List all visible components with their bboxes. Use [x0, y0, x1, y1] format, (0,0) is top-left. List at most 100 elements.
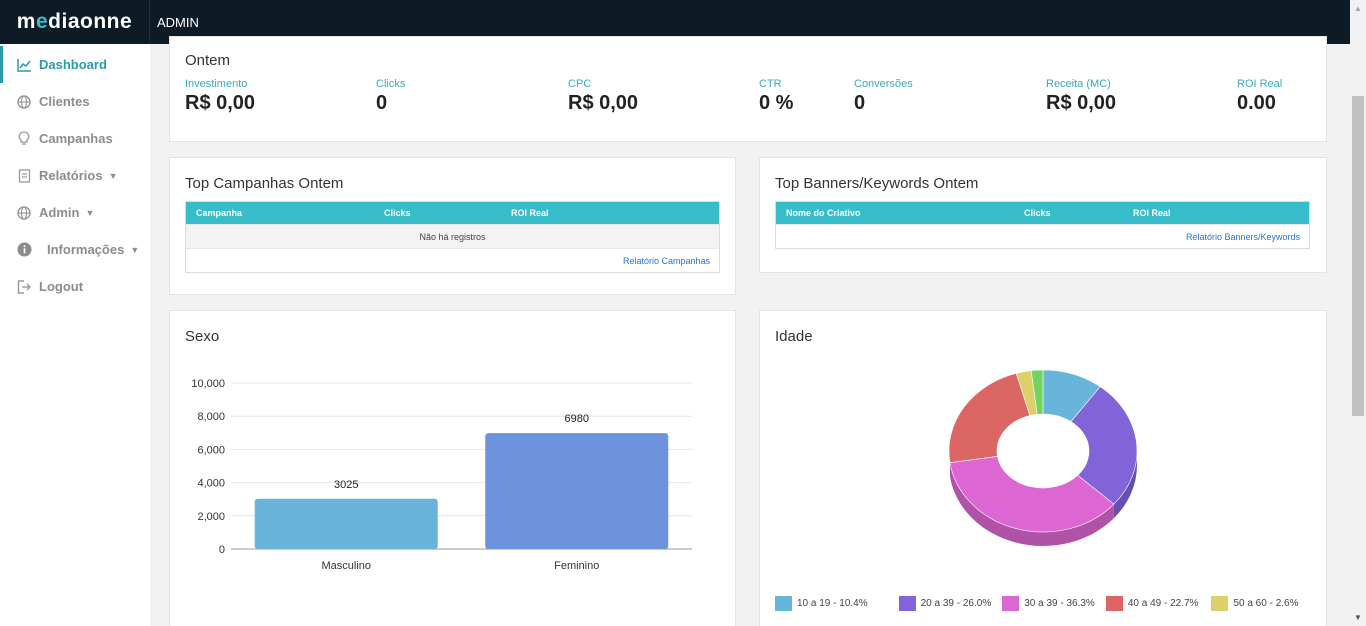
- relatorio-banners-link[interactable]: Relatório Banners/Keywords: [1186, 232, 1300, 242]
- caret-down-icon: ▼: [130, 244, 140, 255]
- caret-down-icon: ▼: [108, 170, 118, 181]
- y-tick-label: 8,000: [197, 411, 225, 423]
- legend-swatch: [775, 596, 792, 611]
- relatorio-campanhas-link[interactable]: Relatório Campanhas: [623, 256, 710, 266]
- y-tick-label: 10,000: [191, 378, 225, 390]
- sidebar-item-informacoes[interactable]: Informações ▼: [0, 231, 150, 268]
- bar[interactable]: [485, 433, 669, 549]
- idade-legend: 10 a 19 - 10.4% 20 a 39 - 26.0% 30 a 39 - …: [775, 596, 1298, 611]
- sexo-bar-chart: 0 2,000 4,000 6,000 8,000 10,000 3025 Masculino…: [191, 378, 692, 572]
- kpi-clicks: Clicks 0: [376, 78, 405, 115]
- legend-swatch: [898, 596, 916, 611]
- brand-logo[interactable]: m e diaonne: [0, 0, 150, 44]
- sidebar-item-label: Dashboard: [39, 57, 107, 72]
- scrollbar-thumb[interactable]: [1352, 96, 1364, 416]
- kpi-label: CTR: [759, 78, 782, 90]
- legend-label: 20 a 39 - 26.0%: [920, 598, 992, 609]
- x-tick-label: Masculino: [321, 560, 371, 572]
- y-tick-label: 4,000: [197, 478, 225, 490]
- x-tick-label: Feminino: [554, 560, 599, 572]
- legend-swatch: [1105, 596, 1123, 611]
- kpi-conversoes: Conversões 0: [854, 78, 913, 115]
- sidebar-item-label: Relatórios: [39, 168, 103, 183]
- caret-down-icon: ▼: [85, 207, 95, 218]
- sidebar-item-dashboard[interactable]: Dashboard: [0, 46, 150, 83]
- scroll-down-icon[interactable]: ▼: [1354, 613, 1362, 622]
- empty-row: Não há registros: [186, 224, 719, 248]
- kpi-label: CPC: [568, 78, 592, 90]
- column-header-nome-criativo[interactable]: Nome do Criativo: [786, 208, 861, 218]
- sidebar-item-clientes[interactable]: Clientes: [0, 83, 150, 120]
- legend-swatch: [1211, 596, 1229, 611]
- kpi-label: Conversões: [854, 78, 913, 90]
- scroll-up-icon[interactable]: ▲: [1354, 4, 1362, 13]
- kpi-roi-real: ROI Real 0.00: [1237, 78, 1282, 115]
- kpi-receita: Receita (MC) R$ 0,00: [1046, 78, 1116, 115]
- donut-slice[interactable]: [948, 372, 1031, 464]
- sidebar-item-label: Clientes: [39, 94, 90, 109]
- sidebar: Dashboard Clientes Campanhas Relatórios …: [0, 44, 150, 626]
- top-campanhas-table: Campanha Clicks ROI Real Não há registro…: [185, 201, 720, 273]
- sidebar-item-admin[interactable]: Admin ▼: [0, 194, 150, 231]
- kpi-value: R$ 0,00: [1046, 92, 1117, 114]
- column-header-clicks[interactable]: Clicks: [1024, 208, 1051, 218]
- sidebar-item-label: Logout: [39, 279, 84, 294]
- sidebar-item-label: Informações: [47, 242, 125, 257]
- column-header-campanha[interactable]: Campanha: [196, 208, 242, 218]
- column-header-clicks[interactable]: Clicks: [384, 208, 411, 218]
- sidebar-item-relatorios[interactable]: Relatórios ▼: [0, 157, 150, 194]
- legend-item[interactable]: 10 a 19 - 10.4%: [775, 596, 868, 611]
- kpi-value: 0: [854, 92, 866, 114]
- empty-message: Não há registros: [419, 231, 486, 242]
- logout-icon: [16, 279, 32, 295]
- lightbulb-icon: [16, 131, 32, 147]
- kpi-investimento: Investimento R$ 0,00: [185, 78, 255, 115]
- legend-label: 10 a 19 - 10.4%: [797, 598, 868, 609]
- bar-data-label: 3025: [334, 479, 358, 491]
- kpi-ctr: CTR 0 %: [759, 78, 793, 115]
- legend-swatch: [1002, 596, 1020, 611]
- kpi-value: 0.00: [1237, 92, 1276, 114]
- legend-item[interactable]: 50 a 60 - 2.6%: [1211, 596, 1298, 611]
- kpi-value: R$ 0,00: [185, 92, 256, 114]
- column-header-roi-real[interactable]: ROI Real: [511, 208, 549, 218]
- kpi-label: ROI Real: [1237, 78, 1283, 90]
- kpi-value: 0 %: [759, 92, 794, 114]
- kpi-label: Receita (MC): [1046, 78, 1111, 90]
- legend-label: 40 a 49 - 22.7%: [1127, 598, 1199, 609]
- kpi-panel: Ontem Investimento R$ 0,00 Clicks 0 CPC …: [169, 36, 1327, 142]
- legend-item[interactable]: 20 a 39 - 26.0%: [898, 596, 992, 611]
- y-tick-label: 6,000: [197, 444, 225, 456]
- y-tick-label: 0: [219, 544, 225, 556]
- admin-label[interactable]: ADMIN: [157, 15, 199, 30]
- table-header: Campanha Clicks ROI Real: [186, 202, 719, 224]
- sexo-chart-panel: Sexo 0 2,000 4,000 6,000 8,000 10,000 3025 Masc…: [169, 310, 736, 626]
- bar[interactable]: [254, 498, 438, 549]
- top-banners-table: Nome do Criativo Clicks ROI Real Relatór…: [775, 201, 1310, 249]
- kpi-label: Clicks: [376, 78, 406, 90]
- info-icon: [16, 242, 32, 258]
- sidebar-item-label: Admin: [39, 205, 80, 220]
- idade-donut-chart: [948, 369, 1138, 546]
- legend-label: 50 a 60 - 2.6%: [1233, 598, 1299, 609]
- globe-icon: [16, 205, 32, 221]
- sidebar-item-logout[interactable]: Logout: [0, 268, 150, 305]
- idade-chart-panel: Idade 10 a 19 - 10.4% 20 a 39 - 26.0% 30 a…: [759, 310, 1327, 626]
- page-scrollbar[interactable]: ▲ ▼: [1350, 0, 1366, 626]
- y-tick-label: 2,000: [197, 511, 225, 523]
- kpi-cpc: CPC R$ 0,00: [568, 78, 638, 115]
- legend-label: 30 a 39 - 36.3%: [1024, 598, 1095, 609]
- kpi-label: Investimento: [185, 78, 248, 90]
- top-banners-panel: Top Banners/Keywords Ontem Nome do Criat…: [759, 157, 1327, 273]
- legend-item[interactable]: 40 a 49 - 22.7%: [1105, 596, 1199, 611]
- column-header-roi-real[interactable]: ROI Real: [1133, 208, 1171, 218]
- globe-icon: [16, 94, 32, 110]
- kpi-value: R$ 0,00: [568, 92, 639, 114]
- sidebar-item-label: Campanhas: [39, 131, 113, 146]
- book-icon: [16, 168, 32, 184]
- table-footer: Relatório Campanhas: [186, 248, 719, 272]
- kpi-panel-title: Ontem: [185, 52, 231, 69]
- top-banners-title: Top Banners/Keywords Ontem: [775, 175, 979, 192]
- legend-item[interactable]: 30 a 39 - 36.3%: [1002, 596, 1095, 611]
- sidebar-item-campanhas[interactable]: Campanhas: [0, 120, 150, 157]
